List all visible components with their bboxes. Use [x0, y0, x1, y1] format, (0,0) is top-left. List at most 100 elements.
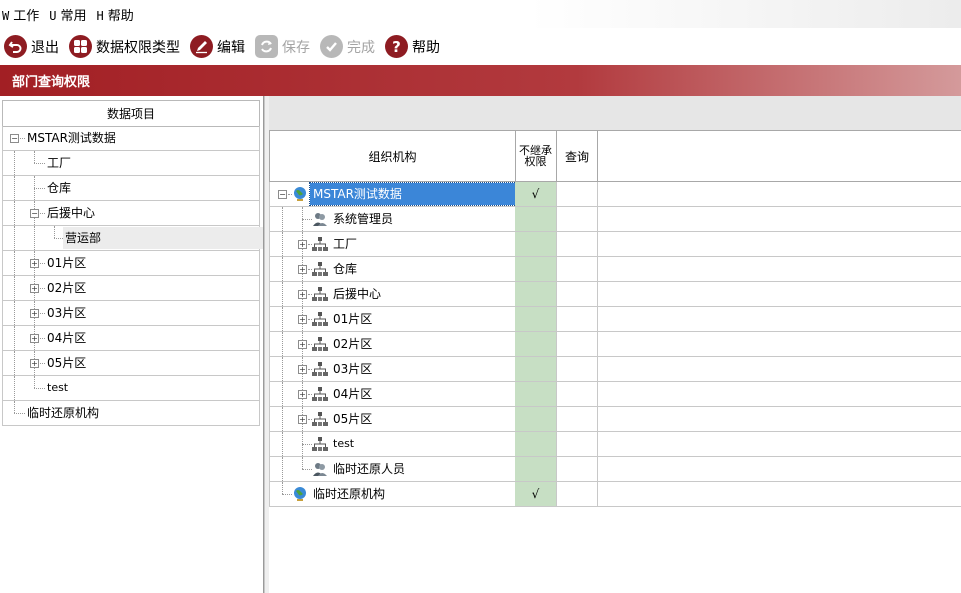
tree-item-district-02[interactable]: + 02片区 — [2, 276, 260, 301]
tree-item-district-01[interactable]: + 01片区 — [2, 251, 260, 276]
org-network-icon — [312, 237, 328, 251]
column-header-no-inherit[interactable]: 不继承权限 — [515, 131, 557, 181]
grid-row-label: 后援中心 — [333, 287, 382, 301]
grid-row-district-03[interactable]: + 03片区 — [269, 357, 961, 382]
grid-row-district-01[interactable]: + 01片区 — [269, 307, 961, 332]
edit-button[interactable]: 编辑 — [190, 32, 245, 62]
tree-item-operations[interactable]: 营运部 — [2, 226, 263, 251]
expand-icon[interactable]: + — [298, 315, 307, 324]
grid-row-warehouse[interactable]: + 仓库 — [269, 257, 961, 282]
permission-type-button[interactable]: 数据权限类型 — [69, 32, 180, 62]
edit-label: 编辑 — [217, 39, 245, 56]
exit-label: 退出 — [31, 39, 59, 56]
expand-icon[interactable]: + — [30, 284, 39, 293]
save-button[interactable]: 保存 — [255, 32, 310, 62]
question-icon: ? — [385, 35, 408, 58]
column-header-org[interactable]: 组织机构 — [269, 131, 516, 181]
query-cell[interactable] — [557, 382, 598, 406]
help-button[interactable]: ? 帮助 — [385, 32, 440, 62]
org-network-icon — [312, 262, 328, 276]
query-cell[interactable] — [557, 357, 598, 381]
tree-item-district-04[interactable]: + 04片区 — [2, 326, 260, 351]
tree-item-label: 后援中心 — [47, 206, 96, 220]
query-cell[interactable] — [557, 432, 598, 456]
finish-button[interactable]: 完成 — [320, 32, 375, 62]
no-inherit-cell[interactable] — [515, 382, 557, 406]
grid-row-label: 系统管理员 — [333, 212, 394, 226]
expand-icon[interactable]: + — [30, 334, 39, 343]
query-cell[interactable] — [557, 307, 598, 331]
grid-row-district-05[interactable]: + 05片区 — [269, 407, 961, 432]
exit-button[interactable]: 退出 — [4, 32, 59, 62]
grid-icon — [69, 35, 92, 58]
grid-row-mstar[interactable]: − MSTAR测试数据 √ — [269, 182, 961, 207]
expand-icon[interactable]: + — [298, 390, 307, 399]
expand-icon[interactable]: + — [30, 259, 39, 268]
grid-row-district-02[interactable]: + 02片区 — [269, 332, 961, 357]
grid-row-district-04[interactable]: + 04片区 — [269, 382, 961, 407]
tree-item-mstar[interactable]: − MSTAR测试数据 — [2, 126, 260, 151]
grid-row-temp-restore-staff[interactable]: 临时还原人员 — [269, 457, 961, 482]
no-inherit-cell[interactable] — [515, 332, 557, 356]
query-cell[interactable] — [557, 232, 598, 256]
no-inherit-cell[interactable] — [515, 457, 557, 481]
expand-icon[interactable]: + — [30, 309, 39, 318]
no-inherit-cell[interactable] — [515, 232, 557, 256]
grid-row-sys-admin[interactable]: 系统管理员 — [269, 207, 961, 232]
collapse-icon[interactable]: − — [10, 134, 19, 143]
grid-row-label: MSTAR测试数据 — [309, 182, 517, 206]
expand-icon[interactable]: + — [298, 365, 307, 374]
expand-icon[interactable]: + — [298, 340, 307, 349]
tree-item-label: 仓库 — [47, 181, 72, 195]
query-cell[interactable] — [557, 332, 598, 356]
query-cell[interactable] — [557, 457, 598, 481]
no-inherit-cell[interactable] — [515, 282, 557, 306]
expand-icon[interactable]: + — [298, 415, 307, 424]
column-header-query[interactable]: 查询 — [557, 131, 598, 181]
tree-item-label: 工厂 — [47, 156, 72, 170]
menu-common[interactable]: U 常用 — [49, 5, 86, 24]
no-inherit-cell[interactable]: √ — [515, 182, 557, 206]
collapse-icon[interactable]: − — [30, 209, 39, 218]
no-inherit-cell[interactable] — [515, 257, 557, 281]
expand-icon[interactable]: + — [30, 359, 39, 368]
menu-work-label: 工作 — [13, 8, 40, 24]
query-cell[interactable] — [557, 207, 598, 231]
tree-item-warehouse[interactable]: 仓库 — [2, 176, 260, 201]
grid-row-test[interactable]: test — [269, 432, 961, 457]
expand-icon[interactable]: + — [298, 290, 307, 299]
menu-help[interactable]: H 帮助 — [97, 5, 134, 24]
query-cell[interactable] — [557, 182, 598, 206]
grid-row-support-center[interactable]: + 后援中心 — [269, 282, 961, 307]
menu-work[interactable]: W 工作 — [2, 5, 39, 24]
permission-type-label: 数据权限类型 — [96, 39, 180, 56]
tree-item-district-03[interactable]: + 03片区 — [2, 301, 260, 326]
grid-row-factory[interactable]: + 工厂 — [269, 232, 961, 257]
org-network-icon — [312, 337, 328, 351]
query-cell[interactable] — [557, 257, 598, 281]
no-inherit-cell[interactable] — [515, 207, 557, 231]
expand-icon[interactable]: + — [298, 240, 307, 249]
query-cell[interactable] — [557, 282, 598, 306]
tree-item-district-05[interactable]: + 05片区 — [2, 351, 260, 376]
user-group-icon — [313, 213, 327, 226]
no-inherit-cell[interactable] — [515, 357, 557, 381]
tree-item-label: 临时还原机构 — [27, 406, 100, 420]
grid-row-temp-restore-org[interactable]: 临时还原机构 √ — [269, 482, 961, 507]
tree-item-test[interactable]: test — [2, 376, 260, 401]
tree-item-label: 02片区 — [47, 281, 87, 295]
no-inherit-cell[interactable] — [515, 307, 557, 331]
collapse-icon[interactable]: − — [278, 190, 287, 199]
tree-item-factory[interactable]: 工厂 — [2, 151, 260, 176]
expand-icon[interactable]: + — [298, 265, 307, 274]
no-inherit-cell[interactable] — [515, 432, 557, 456]
no-inherit-cell[interactable]: √ — [515, 482, 557, 506]
save-icon — [255, 35, 278, 58]
org-network-icon — [312, 287, 328, 301]
tree-item-support-center[interactable]: − 后援中心 — [2, 201, 260, 226]
tree-item-label: 营运部 — [63, 227, 263, 249]
no-inherit-cell[interactable] — [515, 407, 557, 431]
tree-item-temp-restore-org[interactable]: 临时还原机构 — [2, 401, 260, 426]
query-cell[interactable] — [557, 407, 598, 431]
query-cell[interactable] — [557, 482, 598, 506]
